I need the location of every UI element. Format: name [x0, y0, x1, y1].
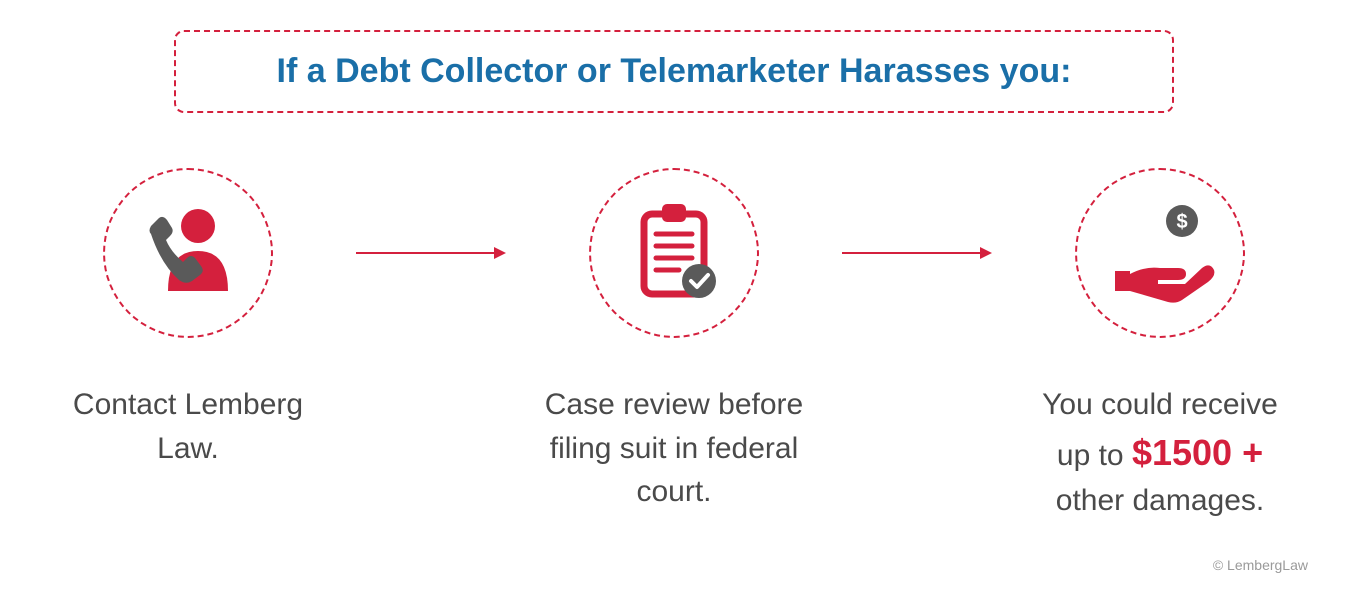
arrow-icon	[356, 243, 506, 268]
person-phone-icon	[133, 196, 243, 311]
steps-row: Contact Lemberg Law. Case re	[50, 168, 1298, 522]
step-contact: Contact Lemberg Law.	[50, 168, 326, 470]
arrow-icon	[842, 243, 992, 268]
step-text: Contact Lemberg Law.	[50, 383, 326, 470]
copyright: © LembergLaw	[1213, 557, 1308, 573]
step-text: Case review before filing suit in federa…	[536, 383, 812, 514]
page-title: If a Debt Collector or Telemarketer Hara…	[216, 52, 1132, 91]
step-text: You could receive up to $1500 + other da…	[1022, 383, 1298, 522]
svg-text:$: $	[1176, 211, 1187, 233]
step-icon-circle: $	[1075, 168, 1245, 338]
step3-post: other damages.	[1056, 484, 1264, 517]
step-receive: $ You could receive up to $1500 + other …	[1022, 168, 1298, 522]
clipboard-check-icon	[619, 196, 729, 311]
step-icon-circle	[589, 168, 759, 338]
step-icon-circle	[103, 168, 273, 338]
title-box: If a Debt Collector or Telemarketer Hara…	[174, 30, 1174, 113]
step-review: Case review before filing suit in federa…	[536, 168, 812, 514]
step3-highlight: $1500 +	[1132, 432, 1263, 473]
hand-money-icon: $	[1100, 196, 1220, 311]
